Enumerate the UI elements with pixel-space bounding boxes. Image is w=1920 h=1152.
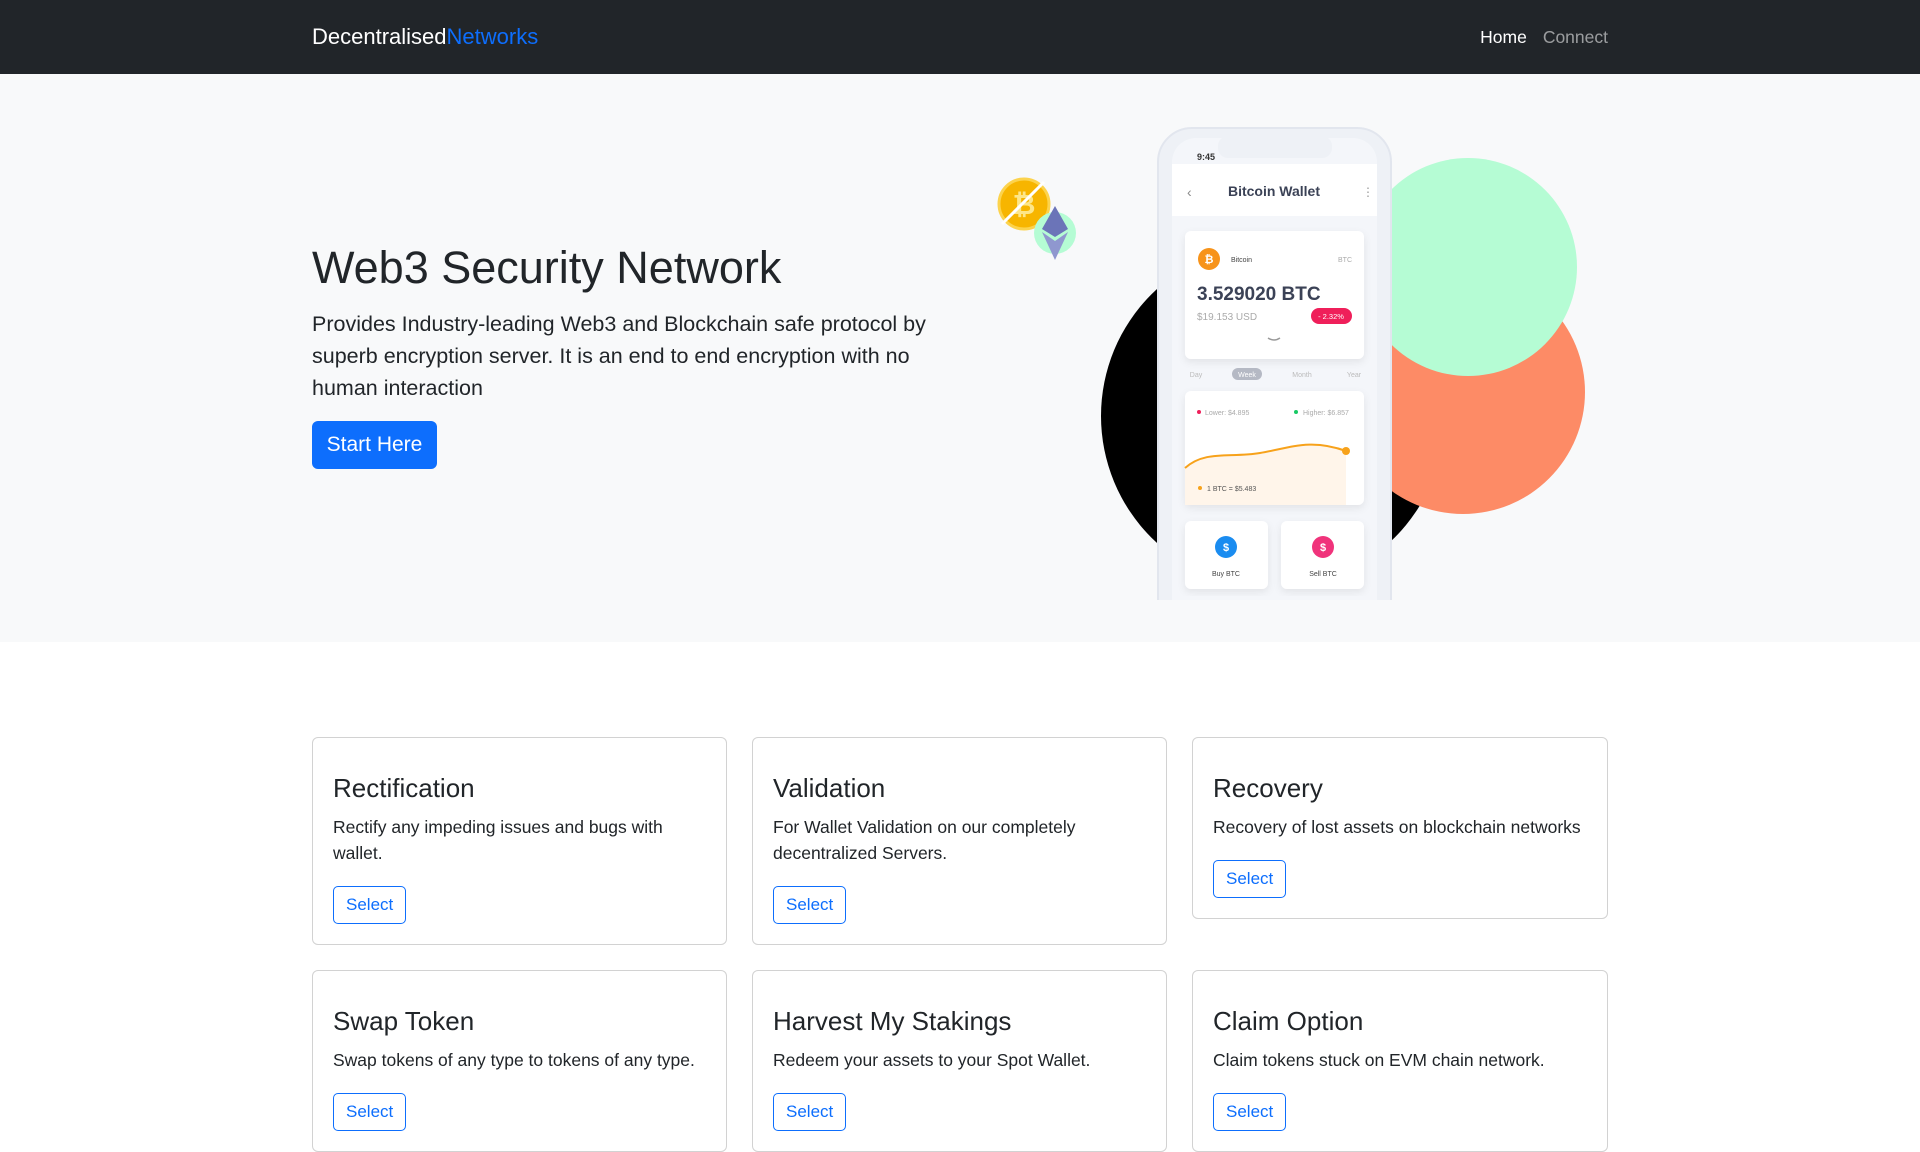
- period-month: Month: [1292, 372, 1312, 379]
- card-text: Redeem your assets to your Spot Wallet.: [773, 1050, 1091, 1070]
- balance: 3.529020 BTC: [1197, 284, 1321, 305]
- nav-home[interactable]: Home: [1480, 27, 1527, 48]
- service-card-recovery: Recovery Recovery of lost assets on bloc…: [1192, 737, 1608, 919]
- card-title: Harvest My Stakings: [773, 1006, 1012, 1036]
- wallet-illustration: ₿ 9:45 Bitcoin Wallet ‹ ⋮ ₿ Bitcoin BTC …: [997, 127, 1585, 600]
- card-title: Recovery: [1213, 773, 1323, 803]
- lower-price: Lower: $4.895: [1205, 410, 1249, 417]
- period-year: Year: [1347, 372, 1362, 379]
- hero-description: Provides Industry-leading Web3 and Block…: [312, 312, 926, 400]
- phone-title: Bitcoin Wallet: [1228, 183, 1320, 199]
- change-badge: - 2.32%: [1318, 312, 1344, 321]
- coin-name: Bitcoin: [1231, 257, 1252, 264]
- svg-text:$: $: [1223, 542, 1229, 554]
- card-title: Rectification: [333, 773, 475, 803]
- start-here-button[interactable]: Start Here: [312, 421, 437, 469]
- card-text: Swap tokens of any type to tokens of any…: [333, 1050, 695, 1070]
- card-title: Validation: [773, 773, 886, 803]
- hero-title: Web3 Security Network: [312, 242, 782, 293]
- coin-symbol: BTC: [1338, 257, 1352, 264]
- services-grid: Rectification Rectify any impeding issue…: [312, 737, 1608, 1152]
- select-button[interactable]: Select: [333, 1093, 407, 1131]
- higher-price: Higher: $6.857: [1303, 410, 1349, 417]
- select-button[interactable]: Select: [333, 886, 407, 924]
- balance-usd: $19.153 USD: [1197, 312, 1257, 323]
- service-card-rectification: Rectification Rectify any impeding issue…: [312, 737, 727, 945]
- card-text: Recovery of lost assets on blockchain ne…: [1213, 817, 1581, 837]
- card-title: Claim Option: [1213, 1006, 1364, 1036]
- phone-mockup: 9:45 Bitcoin Wallet ‹ ⋮ ₿ Bitcoin BTC 3.…: [1157, 127, 1392, 600]
- more-icon: ⋮: [1362, 185, 1374, 199]
- back-icon: ‹: [1187, 184, 1192, 200]
- service-card-claim-option: Claim Option Claim tokens stuck on EVM c…: [1192, 970, 1608, 1152]
- hero-section: Web3 Security Network Provides Industry-…: [0, 74, 1920, 642]
- card-text: Rectify any impeding issues and bugs wit…: [333, 817, 663, 863]
- service-card-validation: Validation For Wallet Validation on our …: [752, 737, 1167, 945]
- buy-label: Buy BTC: [1212, 571, 1240, 578]
- brand-main: Decentralised: [312, 24, 447, 49]
- brand-accent: Networks: [446, 24, 539, 49]
- btc-rate: 1 BTC = $5.483: [1207, 486, 1256, 493]
- phone-time: 9:45: [1197, 152, 1215, 162]
- svg-text:₿: ₿: [1205, 254, 1214, 266]
- svg-text:$: $: [1320, 542, 1326, 554]
- period-week: Week: [1238, 372, 1256, 379]
- navbar: DecentralisedNetworks Home Connect: [0, 0, 1920, 74]
- select-button[interactable]: Select: [773, 886, 847, 924]
- card-text: Claim tokens stuck on EVM chain network.: [1213, 1050, 1545, 1070]
- sell-label: Sell BTC: [1309, 571, 1337, 578]
- select-button[interactable]: Select: [773, 1093, 847, 1131]
- card-text: For Wallet Validation on our completely …: [773, 817, 1076, 863]
- period-day: Day: [1190, 372, 1203, 379]
- select-button[interactable]: Select: [1213, 860, 1287, 898]
- card-title: Swap Token: [333, 1006, 475, 1036]
- service-card-swap-token: Swap Token Swap tokens of any type to to…: [312, 970, 727, 1152]
- brand-link[interactable]: DecentralisedNetworks: [312, 24, 538, 50]
- select-button[interactable]: Select: [1213, 1093, 1287, 1131]
- nav-links: Home Connect: [1480, 27, 1608, 48]
- service-card-harvest-stakings: Harvest My Stakings Redeem your assets t…: [752, 970, 1167, 1152]
- nav-connect[interactable]: Connect: [1543, 27, 1608, 48]
